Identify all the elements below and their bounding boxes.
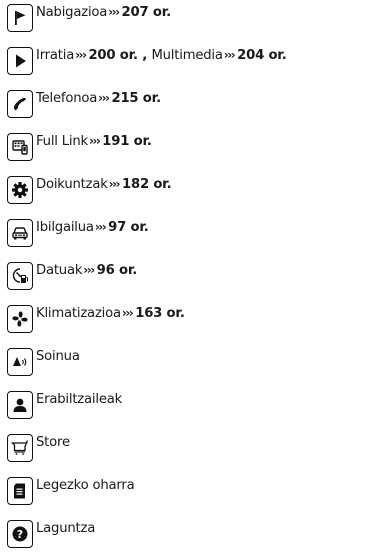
user-icon: [7, 391, 33, 419]
menu-item-label: Ibilgailua: [36, 219, 94, 235]
menu-item-doikuntzak[interactable]: Doikuntzak››› 182 or.: [7, 174, 172, 206]
menu-item-text: Ibilgailua››› 97 or.: [36, 220, 149, 235]
reference-arrows: ›››: [94, 219, 107, 234]
menu-item-erabiltzaileak[interactable]: Erabiltzaileak: [7, 389, 122, 421]
menu-item-klimatizazioa[interactable]: Klimatizazioa››› 163 or.: [7, 303, 185, 335]
fan-icon: [7, 305, 33, 333]
menu-item-ibilgailua[interactable]: Ibilgailua››› 97 or.: [7, 217, 149, 249]
menu-item-text: Full Link››› 191 or.: [36, 134, 152, 149]
menu-item-soinua[interactable]: Soinua: [7, 346, 80, 378]
page-reference[interactable]: 207 or.: [122, 5, 172, 20]
menu-item-laguntza[interactable]: ? Laguntza: [7, 518, 95, 550]
page-reference[interactable]: 200 or.: [88, 48, 138, 63]
fuel-data-icon: [7, 262, 33, 290]
menu-item-legezko-oharra[interactable]: Legezko oharra: [7, 475, 135, 507]
reference-arrows: ›››: [75, 47, 87, 62]
svg-text:?: ?: [17, 528, 23, 541]
menu-item-text: Laguntza: [36, 521, 95, 536]
menu-item-label: Erabiltzaileak: [36, 391, 123, 407]
reference-arrows: ›››: [98, 90, 110, 105]
menu-item-text: Doikuntzak››› 182 or.: [36, 176, 172, 192]
menu-item-text: Legezko oharra: [36, 477, 135, 493]
car-icon: [7, 219, 33, 247]
reference-arrows: ›››: [83, 262, 95, 277]
menu-item-text: Soinua: [36, 349, 80, 364]
page-reference[interactable]: 191 or.: [102, 134, 152, 149]
reference-arrows: ›››: [108, 4, 120, 19]
menu-item-text: Nabigazioa››› 207 or.: [36, 5, 171, 20]
help-icon: ?: [7, 520, 33, 548]
page-reference[interactable]: 215 or.: [111, 91, 161, 106]
menu-item-label: Telefonoa: [36, 90, 98, 106]
menu-item-label: Full Link: [36, 133, 88, 149]
flag-icon: [7, 4, 33, 32]
reference-arrows: ›››: [223, 47, 236, 62]
menu-item-text: Klimatizazioa››› 163 or.: [36, 306, 185, 321]
full-link-icon: [7, 133, 33, 161]
menu-item-telefonoa[interactable]: Telefonoa››› 215 or.: [7, 88, 161, 120]
menu-item-datuak[interactable]: Datuak››› 96 or.: [7, 260, 137, 292]
reference-arrows: ›››: [108, 176, 121, 191]
reference-arrows: ›››: [88, 133, 101, 148]
menu-item-nabigazioa[interactable]: Nabigazioa››› 207 or.: [7, 2, 171, 34]
gear-icon: [7, 176, 33, 204]
menu-item-label-secondary: Multimedia: [151, 47, 223, 63]
menu-item-label: Klimatizazioa: [36, 305, 121, 321]
menu-item-label: Soinua: [36, 348, 80, 364]
menu-item-label: Legezko oharra: [36, 477, 135, 493]
menu-item-full-link[interactable]: Full Link››› 191 or.: [7, 131, 152, 163]
separator-comma: ,: [137, 47, 152, 63]
play-icon: [7, 47, 33, 75]
menu-item-irratia[interactable]: Irratia››› 200 or. , Multimedia››› 204 or.: [7, 45, 287, 77]
document-icon: [7, 477, 33, 505]
cart-icon: [7, 434, 33, 462]
menu-item-label: Store: [36, 434, 70, 450]
menu-item-text: Erabiltzaileak: [36, 392, 122, 407]
page-reference[interactable]: 182 or.: [122, 177, 172, 192]
menu-item-label: Laguntza: [36, 520, 96, 536]
menu-item-label: Irratia: [36, 47, 75, 63]
reference-arrows: ›››: [121, 305, 134, 320]
page-reference[interactable]: 163 or.: [135, 306, 185, 321]
page-reference[interactable]: 204 or.: [237, 48, 287, 63]
menu-item-label: Doikuntzak: [36, 176, 108, 192]
page-reference[interactable]: 96 or.: [97, 263, 138, 278]
menu-item-label: Datuak: [36, 262, 83, 278]
page-reference[interactable]: 97 or.: [108, 220, 149, 235]
speaker-icon: [7, 348, 33, 376]
menu-item-text: Store: [36, 435, 70, 450]
phone-icon: [7, 90, 33, 118]
menu-item-text: Telefonoa››› 215 or.: [36, 91, 161, 106]
menu-item-text: Datuak››› 96 or.: [36, 263, 137, 278]
menu-item-label: Nabigazioa: [36, 4, 108, 20]
menu-item-text: Irratia››› 200 or. , Multimedia››› 204 or.: [36, 48, 287, 63]
menu-item-store[interactable]: Store: [7, 432, 70, 464]
